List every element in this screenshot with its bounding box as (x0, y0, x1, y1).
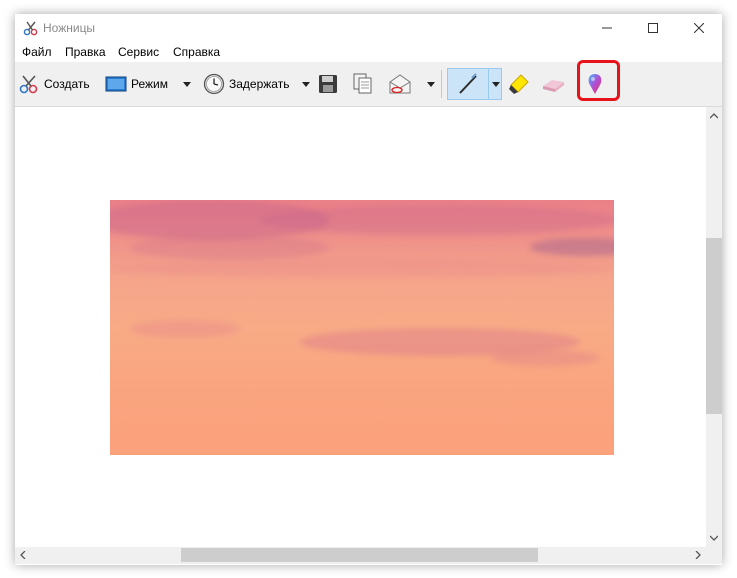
delay-label: Задержать (229, 77, 290, 91)
captured-image (110, 200, 614, 455)
maximize-button[interactable] (630, 14, 676, 42)
scrollbar-corner (706, 547, 722, 564)
minimize-button[interactable] (584, 14, 630, 42)
clock-icon (203, 73, 225, 95)
menu-tools[interactable]: Сервис (118, 45, 159, 59)
send-dropdown-arrow[interactable] (427, 69, 435, 99)
copy-icon (353, 73, 372, 94)
send-button[interactable] (388, 69, 412, 99)
window-title: Ножницы (43, 21, 96, 35)
floppy-disk-icon (319, 75, 337, 93)
pen-button[interactable] (447, 68, 502, 100)
vertical-scrollbar[interactable] (706, 107, 722, 547)
close-icon (694, 23, 704, 33)
minimize-icon (602, 27, 612, 29)
chevron-down-icon (427, 81, 435, 87)
delay-dropdown-arrow[interactable] (302, 69, 310, 99)
close-button[interactable] (676, 14, 722, 42)
menu-edit[interactable]: Правка (65, 45, 106, 59)
delay-button[interactable]: Задержать (203, 69, 289, 99)
toolbar-separator (441, 70, 442, 98)
mode-dropdown-arrow[interactable] (183, 69, 191, 99)
horizontal-scroll-thumb[interactable] (181, 548, 538, 562)
maximize-icon (648, 23, 658, 33)
scissors-icon (19, 75, 38, 94)
chevron-up-icon[interactable] (710, 113, 718, 119)
eraser-button[interactable] (540, 69, 566, 99)
menu-file[interactable]: Файл (22, 45, 52, 59)
mode-button[interactable]: Режим (105, 69, 168, 99)
snipping-tool-window: Ножницы Файл Правка Сервис Справка Созда… (15, 14, 722, 565)
mode-label: Режим (131, 77, 168, 91)
chevron-down-icon[interactable] (710, 535, 718, 541)
pen-dropdown-arrow[interactable] (492, 82, 500, 87)
copy-button[interactable] (353, 69, 373, 99)
new-snip-button[interactable]: Создать (18, 69, 90, 99)
horizontal-scrollbar[interactable] (15, 547, 706, 564)
paint-3d-highlight (577, 60, 620, 101)
chevron-down-icon (492, 82, 500, 87)
eraser-icon (543, 80, 564, 92)
vertical-scroll-thumb[interactable] (706, 238, 722, 414)
menu-help[interactable]: Справка (173, 45, 220, 59)
pen-split-divider (488, 69, 489, 99)
snip-canvas (15, 107, 706, 547)
scissors-icon (23, 21, 38, 36)
rectangle-select-icon (105, 76, 127, 92)
chevron-left-icon[interactable] (20, 551, 26, 559)
pen-icon (459, 73, 477, 94)
envelope-icon (389, 74, 411, 94)
new-snip-label: Создать (44, 77, 90, 91)
chevron-down-icon (302, 81, 310, 87)
title-bar: Ножницы (15, 14, 722, 42)
chevron-right-icon[interactable] (695, 551, 701, 559)
save-button[interactable] (318, 69, 338, 99)
highlighter-button[interactable] (507, 69, 531, 99)
highlighter-icon (509, 74, 529, 94)
menu-bar: Файл Правка Сервис Справка (15, 42, 722, 62)
chevron-down-icon (183, 81, 191, 87)
